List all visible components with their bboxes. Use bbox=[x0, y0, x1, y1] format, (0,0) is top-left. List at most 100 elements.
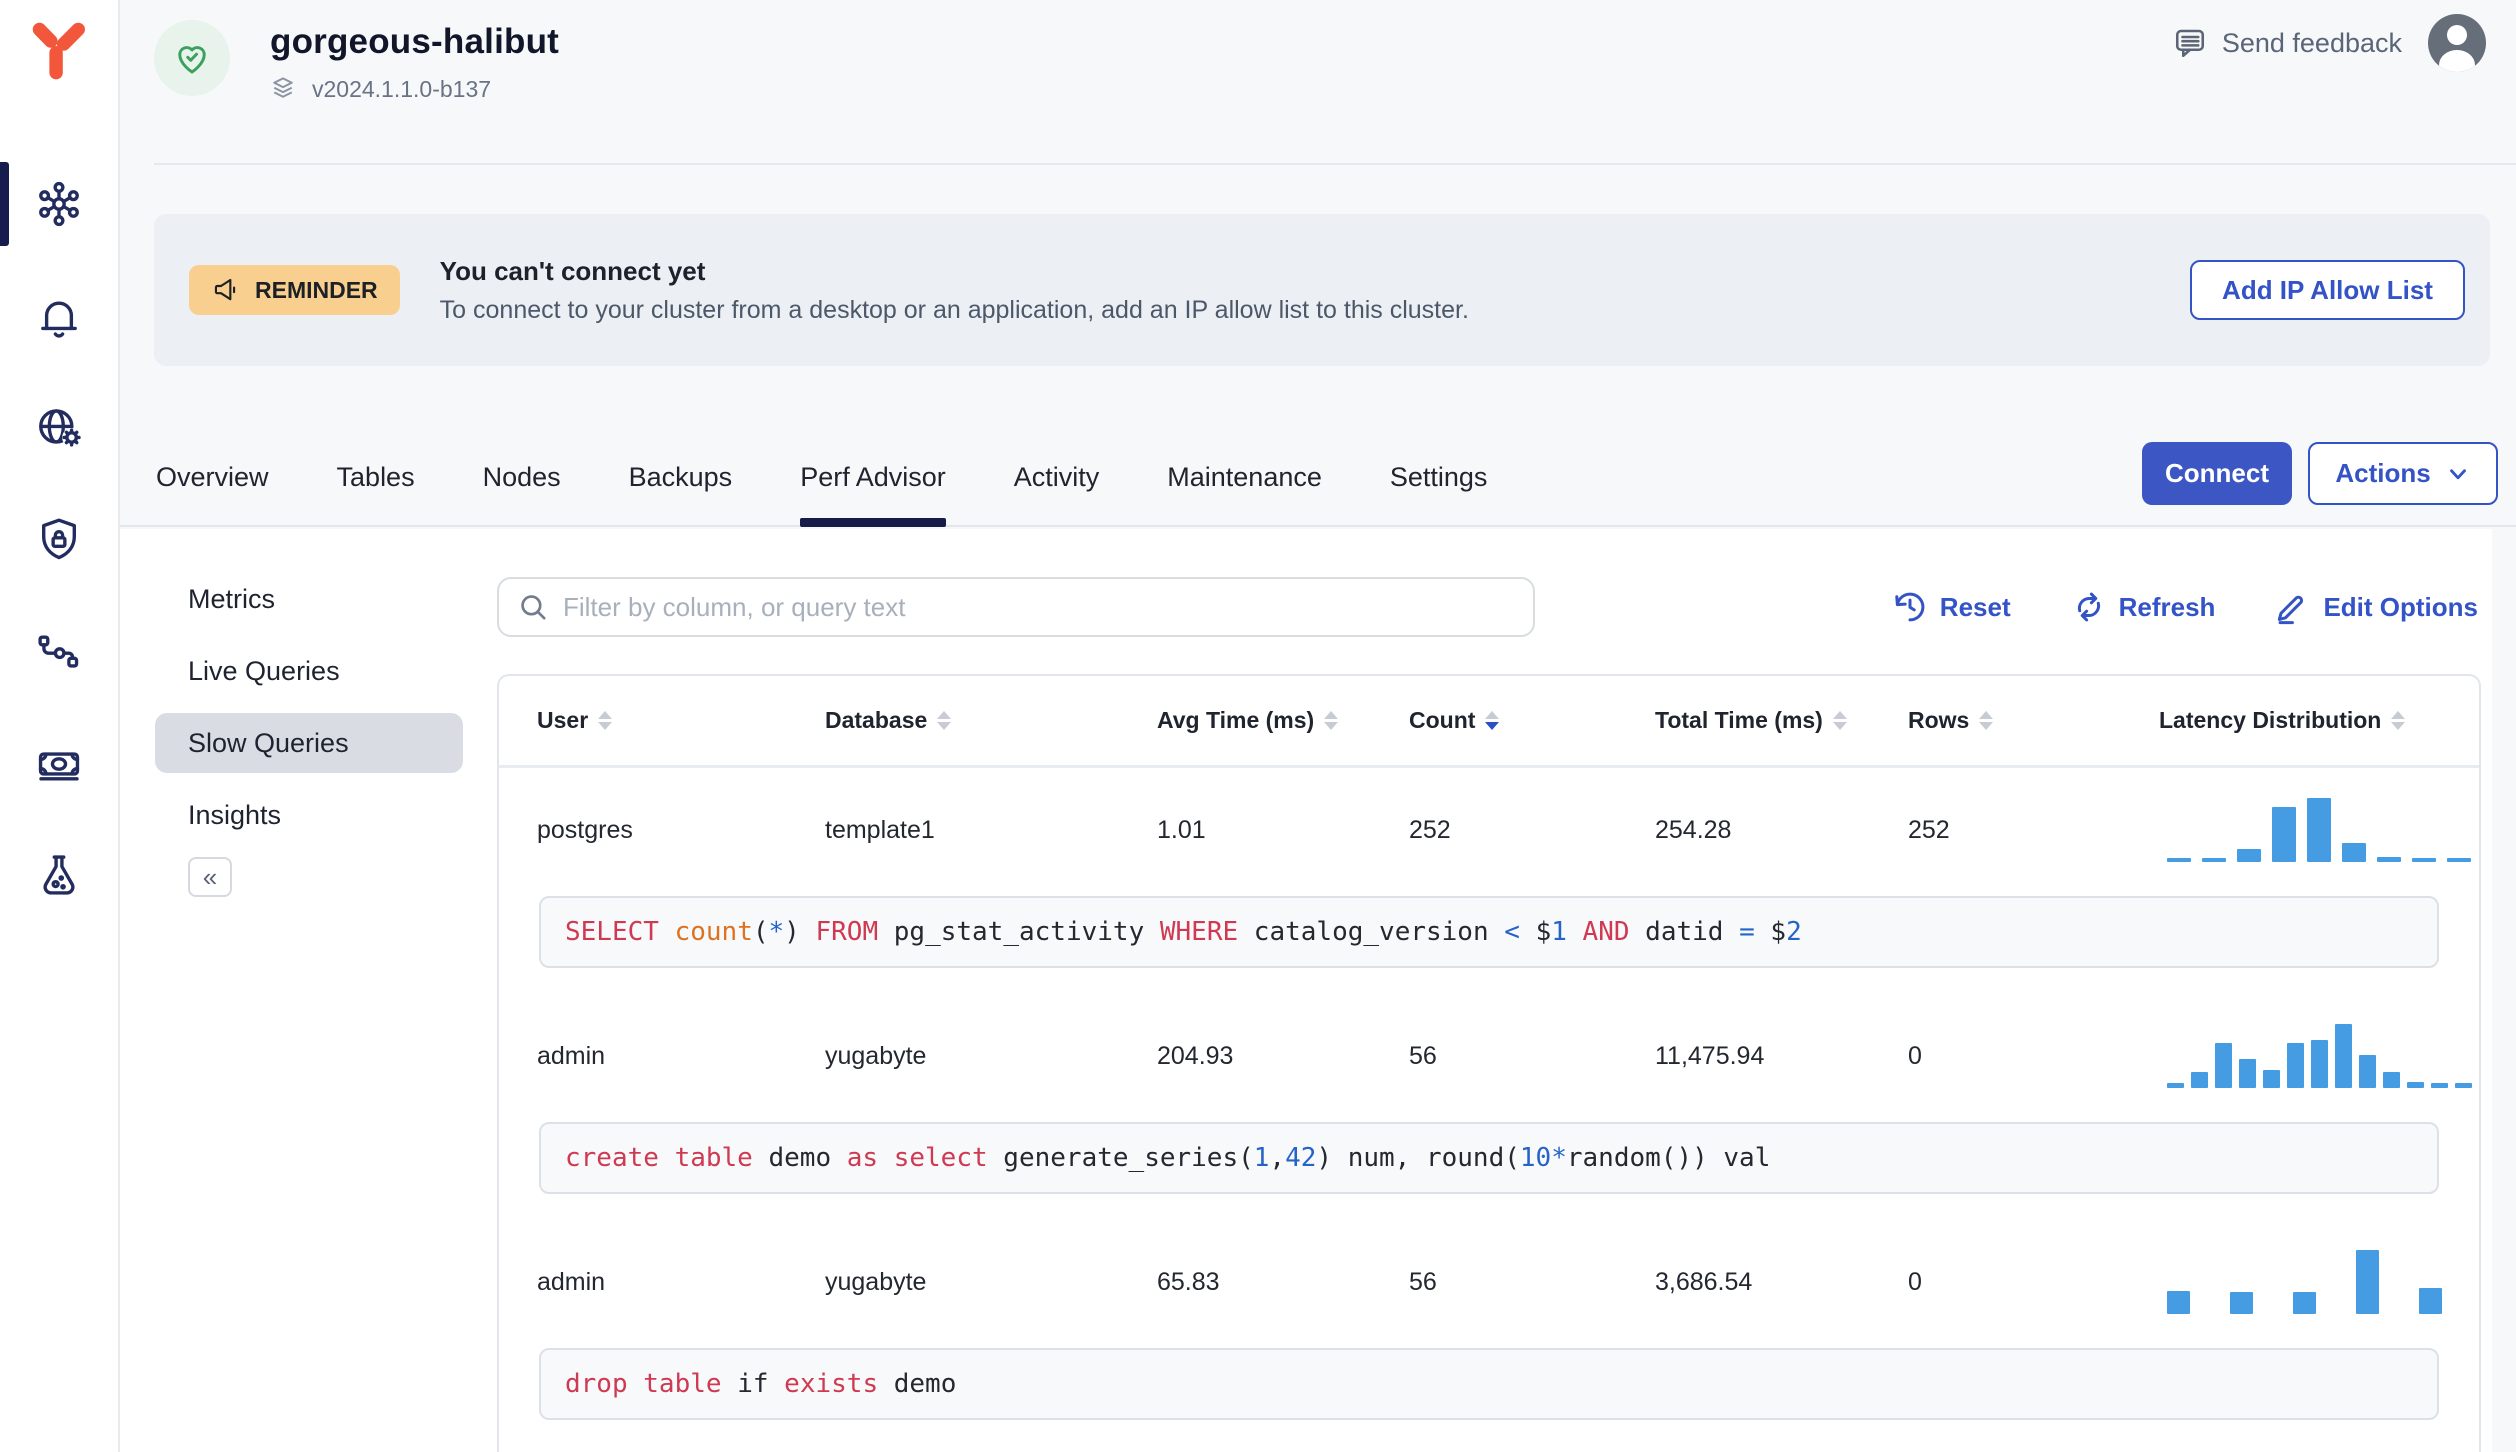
perf-subnav: Metrics Live Queries Slow Queries Insigh… bbox=[155, 569, 463, 897]
subnav-item-slow-queries[interactable]: Slow Queries bbox=[155, 713, 463, 773]
tab-backups[interactable]: Backups bbox=[629, 430, 733, 525]
col-header-total-time[interactable]: Total Time (ms) bbox=[1655, 707, 1908, 734]
send-feedback-label: Send feedback bbox=[2221, 27, 2402, 58]
sidebar-item-integrations[interactable] bbox=[0, 596, 118, 708]
reminder-banner: REMINDER You can't connect yet To connec… bbox=[154, 214, 2490, 366]
cell-user: admin bbox=[537, 1041, 606, 1070]
cell-user: postgres bbox=[537, 815, 633, 844]
sidebar-item-security[interactable] bbox=[0, 484, 118, 596]
latency-histogram bbox=[2167, 1250, 2465, 1314]
shield-lock-icon bbox=[42, 518, 76, 560]
cell-avg-time: 65.83 bbox=[1157, 1267, 1220, 1296]
cell-database: yugabyte bbox=[825, 1267, 927, 1296]
cell-rows: 252 bbox=[1908, 815, 1950, 844]
reset-label: Reset bbox=[1939, 591, 2011, 622]
tab-settings[interactable]: Settings bbox=[1390, 430, 1488, 525]
sidebar-item-network[interactable] bbox=[0, 372, 118, 484]
cell-total-time: 11,475.94 bbox=[1655, 1041, 1765, 1070]
query-text-box[interactable]: drop table if exists demo bbox=[539, 1348, 2439, 1420]
table-row[interactable]: admin yugabyte 65.83 56 3,686.54 0 bbox=[499, 1220, 2479, 1344]
actions-dropdown-button[interactable]: Actions bbox=[2308, 442, 2498, 505]
tab-tables[interactable]: Tables bbox=[337, 430, 415, 525]
sort-arrows-icon bbox=[1979, 711, 1994, 730]
user-avatar[interactable] bbox=[2428, 14, 2486, 72]
reminder-badge: REMINDER bbox=[189, 265, 400, 315]
cell-avg-time: 204.93 bbox=[1157, 1041, 1234, 1070]
sidebar-item-labs[interactable] bbox=[0, 820, 118, 932]
connect-button[interactable]: Connect bbox=[2142, 442, 2292, 505]
table-header-row: User Database Avg Time (ms) Count Total … bbox=[499, 676, 2479, 768]
tab-nodes[interactable]: Nodes bbox=[483, 430, 561, 525]
table-row[interactable]: postgres template1 1.01 252 254.28 252 bbox=[499, 768, 2479, 892]
layers-icon bbox=[273, 77, 293, 98]
sidebar-item-alerts[interactable] bbox=[0, 260, 118, 372]
refresh-button[interactable]: Refresh bbox=[2071, 589, 2216, 625]
cell-rows: 0 bbox=[1908, 1267, 1922, 1296]
header-divider bbox=[154, 163, 2516, 165]
col-header-latency-distribution[interactable]: Latency Distribution bbox=[2159, 707, 2465, 734]
cell-user: admin bbox=[537, 1267, 606, 1296]
actions-label: Actions bbox=[2335, 458, 2431, 488]
cluster-version: v2024.1.1.0-b137 bbox=[312, 75, 492, 102]
filter-input[interactable] bbox=[563, 591, 1515, 623]
search-icon bbox=[521, 595, 546, 620]
send-feedback-button[interactable]: Send feedback bbox=[2172, 25, 2402, 61]
pencil-icon bbox=[2278, 595, 2304, 625]
refresh-icon bbox=[2077, 592, 2100, 622]
integrations-flow-icon bbox=[38, 635, 79, 668]
cluster-tabs: Overview Tables Nodes Backups Perf Advis… bbox=[156, 430, 1488, 527]
yugabyte-logo-icon[interactable] bbox=[24, 12, 94, 90]
edit-options-button[interactable]: Edit Options bbox=[2275, 589, 2478, 625]
megaphone-icon bbox=[214, 278, 236, 301]
latency-histogram bbox=[2167, 798, 2471, 862]
reminder-badge-label: REMINDER bbox=[255, 276, 378, 303]
active-indicator bbox=[0, 162, 9, 246]
perf-advisor-panel: Metrics Live Queries Slow Queries Insigh… bbox=[120, 529, 2492, 1452]
cell-rows: 0 bbox=[1908, 1041, 1922, 1070]
sort-arrows-icon bbox=[1832, 711, 1847, 730]
tab-overview[interactable]: Overview bbox=[156, 430, 269, 525]
subnav-item-insights[interactable]: Insights bbox=[155, 785, 463, 845]
sort-arrows-icon bbox=[1324, 711, 1339, 730]
add-ip-allow-list-button[interactable]: Add IP Allow List bbox=[2190, 260, 2465, 320]
table-toolbar: Reset Refresh Edit Options bbox=[1892, 577, 2478, 637]
banknote-icon bbox=[38, 752, 80, 781]
col-header-rows[interactable]: Rows bbox=[1908, 707, 2159, 734]
query-text-box[interactable]: SELECT count(*) FROM pg_stat_activity WH… bbox=[539, 896, 2439, 968]
edit-options-label: Edit Options bbox=[2323, 591, 2478, 622]
cell-avg-time: 1.01 bbox=[1157, 815, 1206, 844]
cell-total-time: 3,686.54 bbox=[1655, 1267, 1753, 1296]
col-header-database[interactable]: Database bbox=[825, 707, 1157, 734]
feedback-bubble-icon bbox=[2175, 29, 2204, 58]
cell-count: 56 bbox=[1409, 1267, 1437, 1296]
cell-database: yugabyte bbox=[825, 1041, 927, 1070]
sort-arrows-icon bbox=[2391, 711, 2406, 730]
sort-arrows-icon bbox=[598, 711, 613, 730]
cell-database: template1 bbox=[825, 815, 935, 844]
cell-count: 252 bbox=[1409, 815, 1451, 844]
sidebar-item-cluster[interactable] bbox=[0, 148, 118, 260]
chevron-down-icon bbox=[2449, 468, 2466, 479]
globe-gear-icon bbox=[39, 409, 82, 447]
col-header-user[interactable]: User bbox=[537, 707, 825, 734]
tab-perf-advisor[interactable]: Perf Advisor bbox=[800, 430, 946, 527]
refresh-label: Refresh bbox=[2118, 591, 2216, 622]
sort-arrows-icon bbox=[937, 711, 952, 730]
query-filter bbox=[497, 577, 1535, 637]
reset-button[interactable]: Reset bbox=[1892, 589, 2011, 625]
tab-activity[interactable]: Activity bbox=[1014, 430, 1100, 525]
app-sidebar bbox=[0, 0, 120, 1452]
subnav-item-live-queries[interactable]: Live Queries bbox=[155, 641, 463, 701]
cell-count: 56 bbox=[1409, 1041, 1437, 1070]
col-header-avg-time[interactable]: Avg Time (ms) bbox=[1157, 707, 1409, 734]
tab-maintenance[interactable]: Maintenance bbox=[1167, 430, 1322, 525]
subnav-collapse-button[interactable]: « bbox=[188, 857, 232, 897]
cluster-hub-icon bbox=[39, 181, 79, 227]
table-row[interactable]: admin yugabyte 204.93 56 11,475.94 0 bbox=[499, 994, 2479, 1118]
col-header-count[interactable]: Count bbox=[1409, 707, 1655, 734]
sidebar-item-billing[interactable] bbox=[0, 708, 118, 820]
subnav-item-metrics[interactable]: Metrics bbox=[155, 569, 463, 629]
sort-arrows-icon bbox=[1485, 711, 1500, 730]
heart-check-icon bbox=[178, 46, 206, 74]
query-text-box[interactable]: create table demo as select generate_ser… bbox=[539, 1122, 2439, 1194]
